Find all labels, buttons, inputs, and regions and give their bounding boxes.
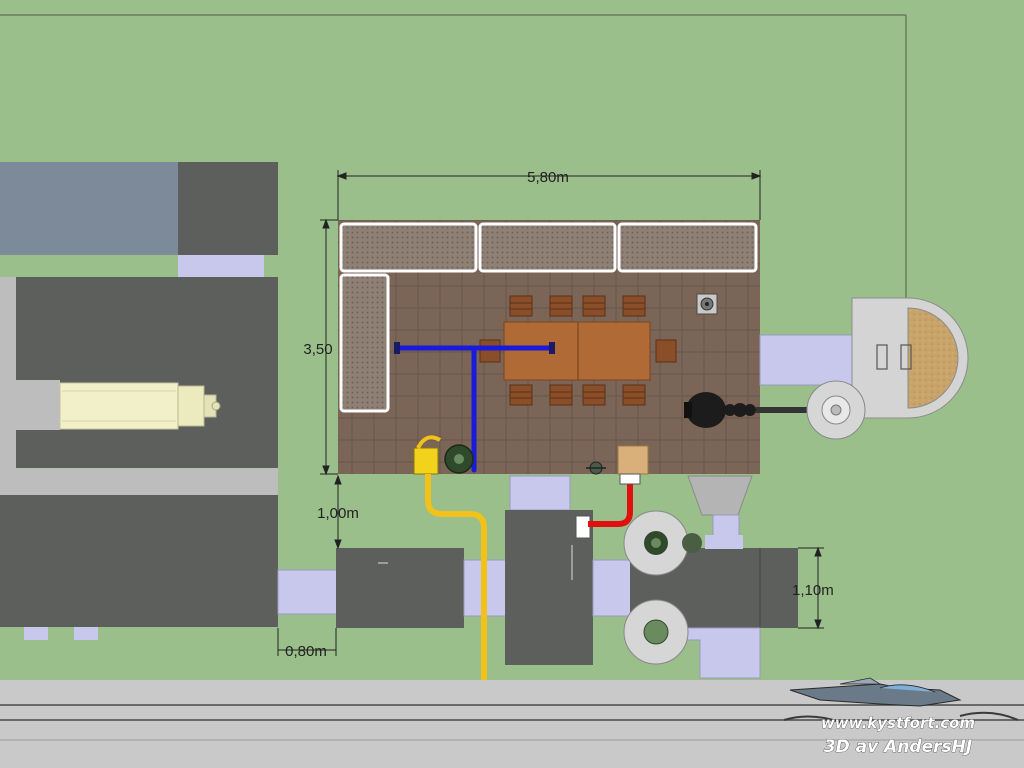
- watermark-author: 3D av AndersHJ: [824, 737, 972, 757]
- bunk-bed-4: [339, 273, 390, 413]
- left-building: [0, 162, 278, 640]
- width-dimension-label: 5,80m: [527, 169, 569, 186]
- right-dimension-label: 1,10m: [792, 582, 834, 599]
- supply-box: [617, 445, 649, 475]
- watermark-url: www.kystfort.com: [821, 714, 975, 732]
- yellow-tank: [413, 447, 439, 475]
- height-dimension-label: 3,50: [303, 341, 332, 358]
- bunk-bed-1: [339, 222, 478, 273]
- side-dimension-label: 0,80m: [285, 643, 327, 660]
- dining-table: [503, 321, 651, 381]
- ventilator-unit: [696, 293, 718, 315]
- gap-dimension-label: 1,00m: [317, 505, 359, 522]
- green-pump: [444, 444, 474, 474]
- bunk-bed-3: [617, 222, 758, 273]
- bunk-bed-2: [478, 222, 617, 273]
- main-room: [338, 220, 760, 475]
- bunker-plan-diagram: 5,80m 3,50 1,00m 0,80m 1,10m www.kystfor…: [0, 0, 1024, 768]
